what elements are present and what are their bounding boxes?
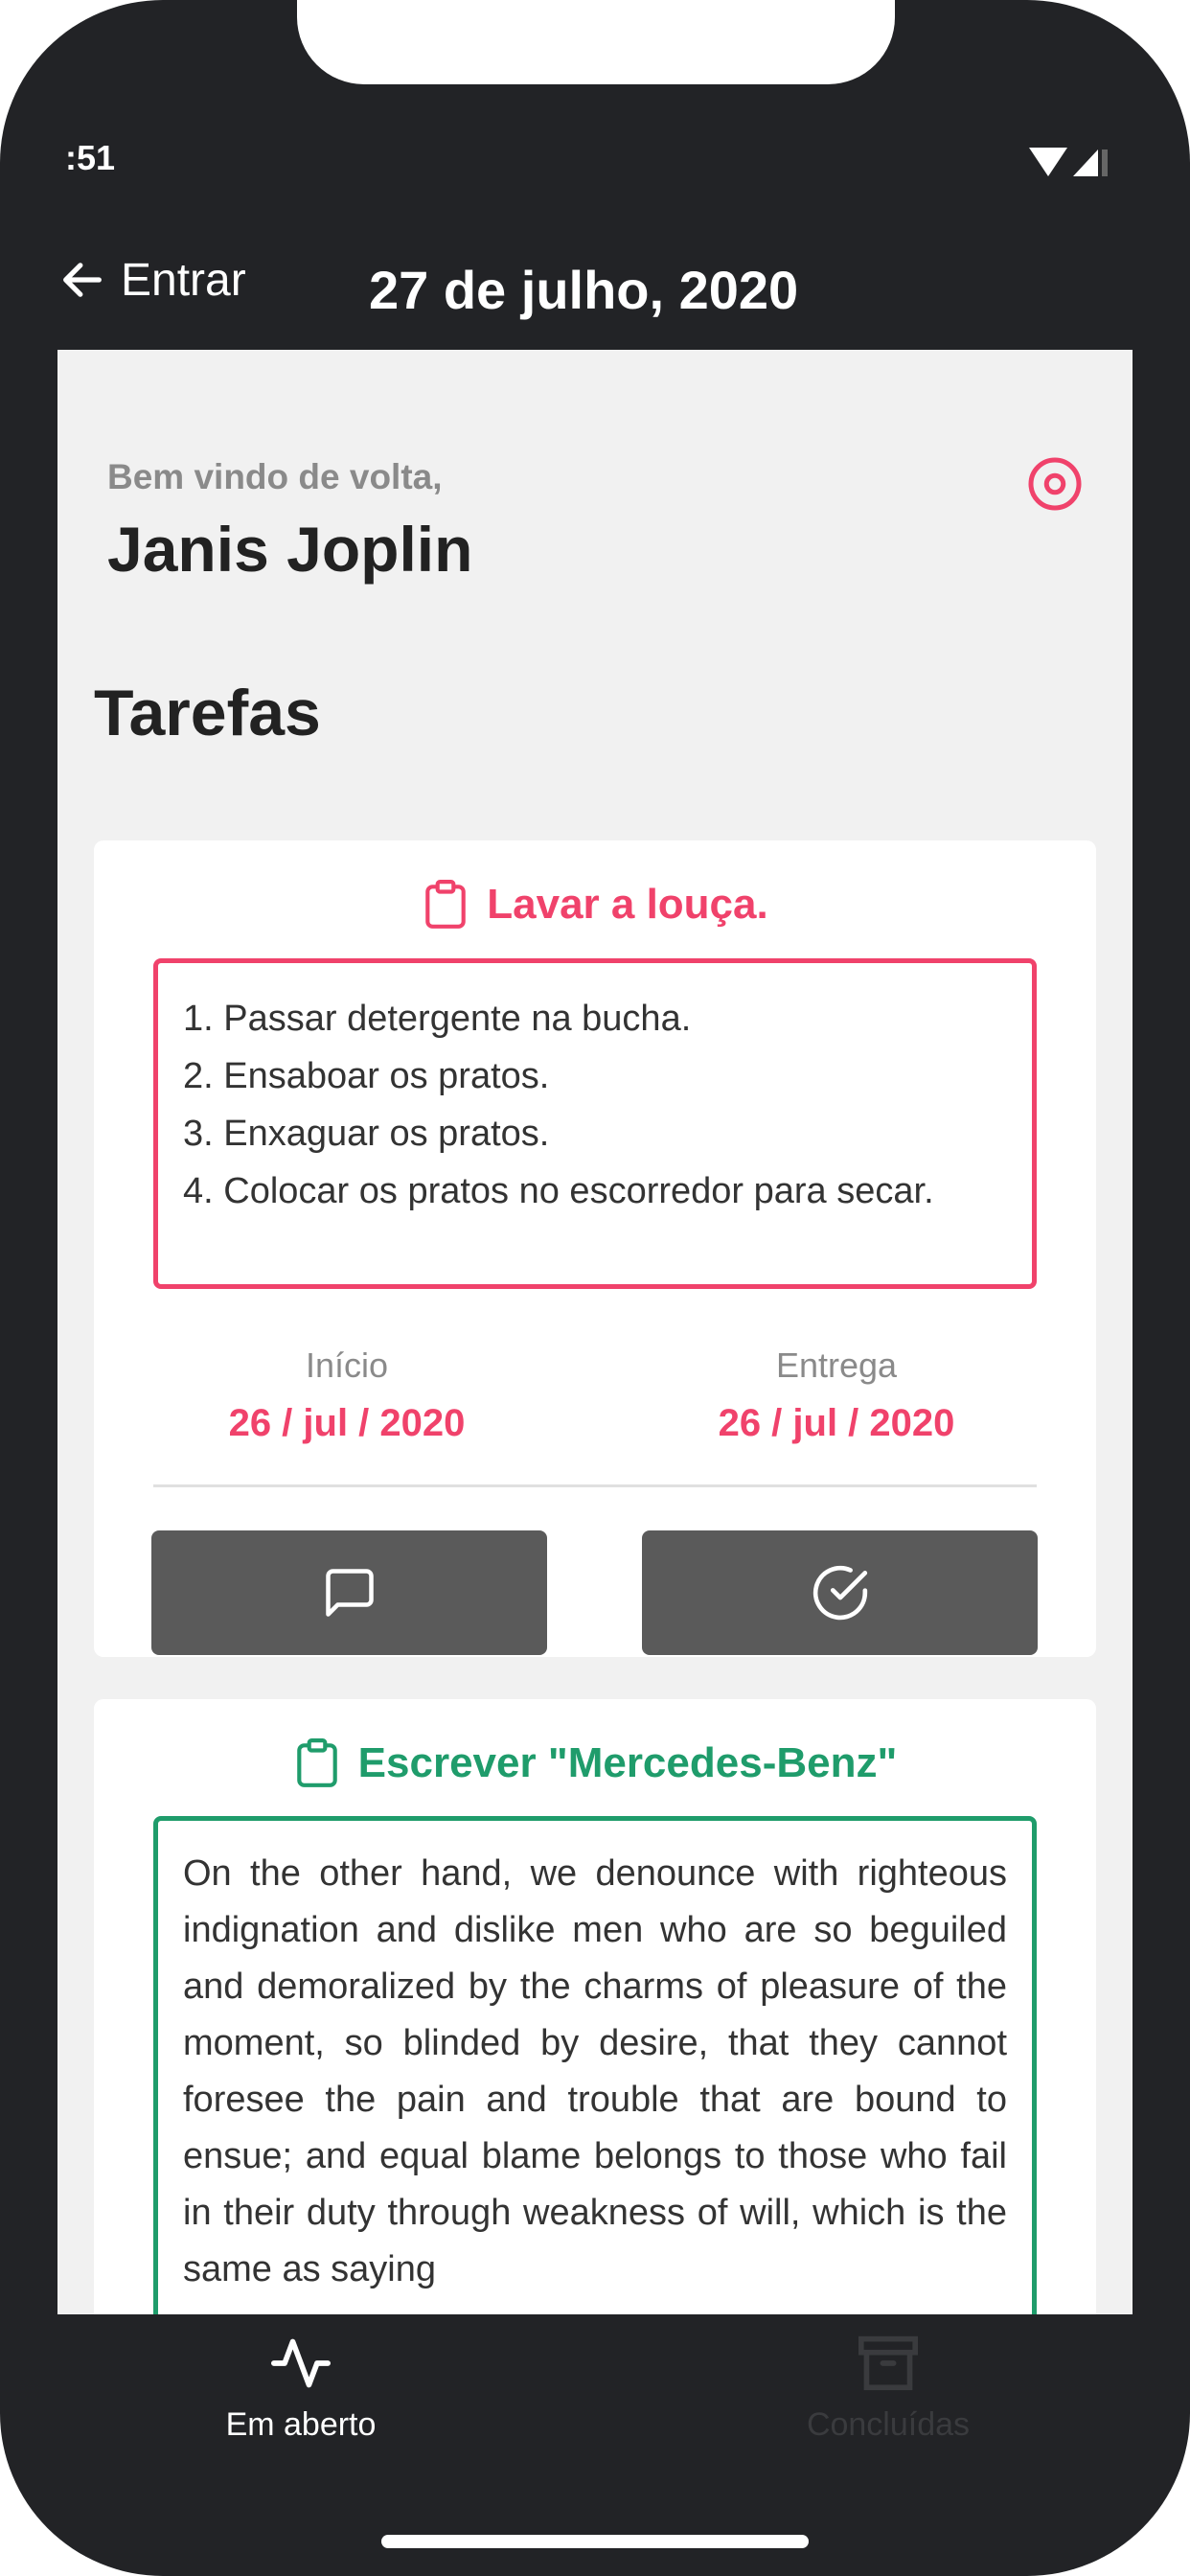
task-title-text: Lavar a louça. — [487, 881, 768, 928]
task-card: Escrever "Mercedes-Benz" On the other ha… — [94, 1699, 1096, 2319]
welcome-text: Bem vindo de volta, — [107, 457, 443, 496]
clipboard-icon — [425, 880, 467, 929]
task-title-text: Escrever "Mercedes-Benz" — [357, 1739, 898, 1786]
main-content: Bem vindo de volta, Janis Joplin Tarefas… — [57, 350, 1133, 2319]
task-title: Escrever "Mercedes-Benz" — [94, 1737, 1096, 1789]
archive-icon — [858, 2335, 918, 2391]
task-step: 3. Enxaguar os pratos. — [183, 1114, 550, 1154]
due-date-value: 26 / jul / 2020 — [718, 1402, 955, 1444]
home-indicator — [381, 2535, 809, 2548]
comment-button[interactable] — [151, 1530, 547, 1655]
wifi-signal-icon — [1029, 148, 1108, 176]
task-card: Lavar a louça. 1. Passar detergente na b… — [94, 840, 1096, 1657]
device-notch — [297, 0, 895, 84]
status-time: :51 — [65, 138, 116, 177]
target-icon[interactable] — [1026, 455, 1084, 513]
nav-completed-tasks[interactable]: Concluídas — [725, 2334, 1051, 2444]
due-date-label: Entrega — [775, 1346, 898, 1385]
nav-open-label: Em aberto — [225, 2406, 377, 2443]
complete-button[interactable] — [642, 1530, 1038, 1655]
message-square-icon — [325, 1569, 374, 1617]
task-step: 1. Passar detergente na bucha. — [183, 999, 692, 1039]
status-bar: :51 — [57, 125, 1133, 220]
bottom-nav: Em aberto Concluídas — [57, 2314, 1133, 2482]
clipboard-icon — [296, 1738, 337, 1787]
status-icons — [1025, 142, 1111, 180]
task-description: On the other hand, we denounce with righ… — [153, 1816, 1037, 2319]
divider — [153, 1484, 1037, 1487]
arrow-left-icon — [63, 263, 102, 297]
back-label: Entrar — [121, 254, 246, 306]
section-title: Tarefas — [94, 677, 321, 749]
user-name: Janis Joplin — [107, 514, 473, 585]
start-date-value: 26 / jul / 2020 — [228, 1402, 466, 1444]
task-title: Lavar a louça. — [94, 879, 1096, 931]
phone-frame: :51 Entrar 27 de julho, 2020 Bem vindo d… — [0, 0, 1190, 2576]
app-screen: :51 Entrar 27 de julho, 2020 Bem vindo d… — [57, 125, 1133, 2482]
task-step: 4. Colocar os pratos no escorredor para … — [183, 1171, 934, 1211]
start-date-label: Início — [305, 1346, 389, 1385]
page-title: 27 de julho, 2020 — [369, 260, 799, 320]
activity-icon — [271, 2338, 331, 2388]
back-button[interactable]: Entrar — [57, 242, 246, 318]
nav-done-label: Concluídas — [806, 2406, 971, 2443]
task-step: 2. Ensaboar os pratos. — [183, 1056, 550, 1096]
check-circle-icon — [812, 1565, 867, 1621]
app-header: Entrar 27 de julho, 2020 — [57, 220, 1133, 350]
task-steps: 1. Passar detergente na bucha. 2. Ensabo… — [153, 958, 1037, 1289]
nav-open-tasks[interactable]: Em aberto — [138, 2334, 464, 2444]
